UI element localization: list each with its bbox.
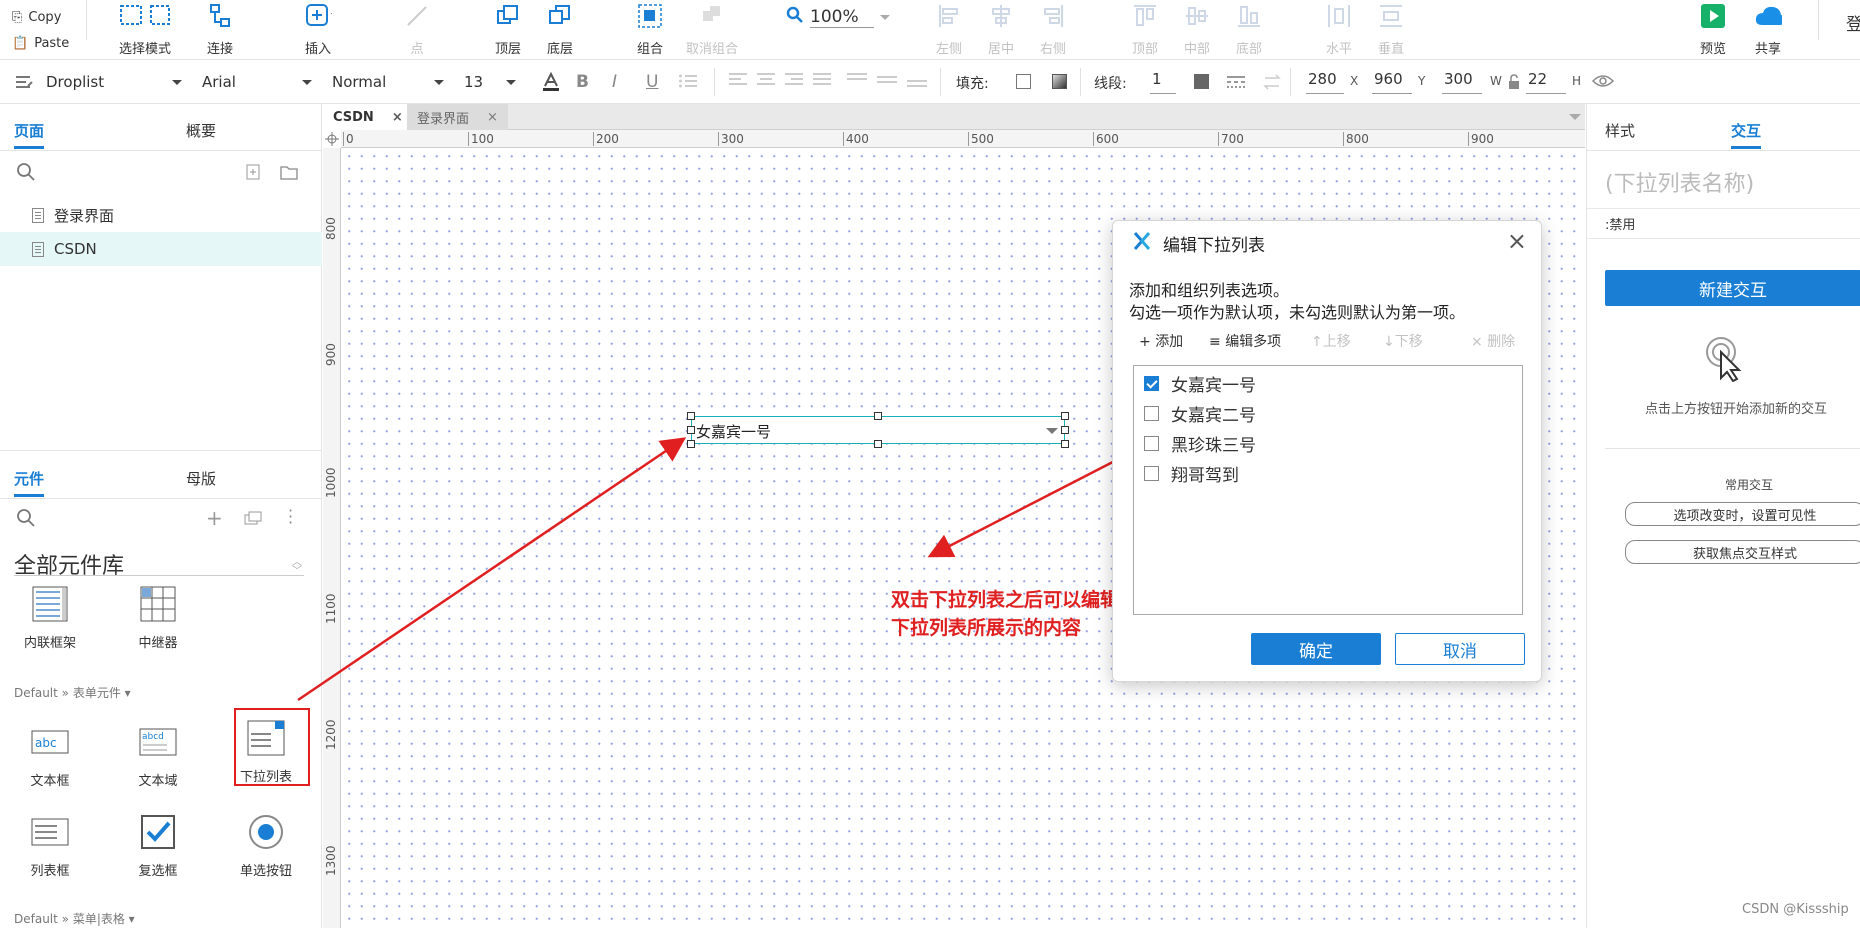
add-option-button[interactable]: + 添加 [1139,331,1183,351]
divider [1587,238,1860,239]
close-icon[interactable]: × [1507,227,1527,255]
option-checkbox[interactable] [1144,375,1159,391]
divider [1587,150,1860,151]
arrow-to-annotation [927,446,1141,558]
dialog-title: 编辑下拉列表 [1163,236,1265,256]
edit-droplist-dialog: 编辑下拉列表 × 添加和组织列表选项。 勾选一项作为默认项，未勾选则默认为第一项… [1112,220,1542,682]
list-item[interactable]: 黑珍珠三号 [1134,428,1522,458]
watermark: CSDN @Kissship [1742,902,1849,917]
list-item[interactable]: 女嘉宾二号 [1134,398,1522,428]
close-icon: × [1471,334,1483,350]
arrow-to-widget [297,437,687,702]
new-interaction-button[interactable]: 新建交互 [1605,270,1860,306]
divider [1587,208,1860,209]
move-down-button[interactable]: ↓下移 [1383,331,1423,351]
list-item[interactable]: 翔哥驾到 [1134,458,1522,488]
plus-icon: + [1139,334,1151,350]
common-interaction-visibility[interactable]: 选项改变时，设置可见性 [1625,502,1860,526]
edit-multiple-button[interactable]: ≡ 编辑多项 [1209,331,1281,351]
dialog-description: 勾选一项作为默认项，未勾选则默认为第一项。 [1129,303,1466,322]
option-checkbox[interactable] [1144,405,1159,421]
tab-style[interactable]: 样式 [1605,120,1635,141]
tab-interactions[interactable]: 交互 [1731,120,1762,149]
annotation-arrows [297,437,1141,702]
right-panel: 样式 交互 (下拉列表名称) :禁用 新建交互 点击上方按钮开始添加新的交互 常… [1586,104,1860,928]
common-interaction-focus[interactable]: 获取焦点交互样式 [1625,540,1860,564]
divider [1605,448,1860,449]
option-checkbox[interactable] [1144,465,1159,481]
dialog-description: 添加和组织列表选项。 [1129,281,1290,300]
arrow-down-icon: ↓ [1383,334,1395,350]
disabled-state[interactable]: :禁用 [1605,214,1635,233]
options-list: 女嘉宾一号 女嘉宾二号 黑珍珠三号 翔哥驾到 [1133,365,1523,615]
axure-logo-icon [1133,231,1151,255]
list-item[interactable]: 女嘉宾一号 [1134,368,1522,398]
move-up-button[interactable]: ↑上移 [1311,331,1351,351]
arrow-up-icon: ↑ [1311,334,1323,350]
list-icon: ≡ [1209,334,1221,350]
ok-button[interactable]: 确定 [1251,633,1381,665]
widget-name-input[interactable]: (下拉列表名称) [1605,166,1860,200]
cancel-button[interactable]: 取消 [1395,633,1525,665]
interaction-hint: 点击上方按钮开始添加新的交互 [1645,402,1828,417]
delete-option-button[interactable]: × 删除 [1471,331,1515,351]
common-interactions-label: 常用交互 [1725,478,1774,492]
click-pointer-icon [1703,334,1751,386]
option-checkbox[interactable] [1144,435,1159,451]
